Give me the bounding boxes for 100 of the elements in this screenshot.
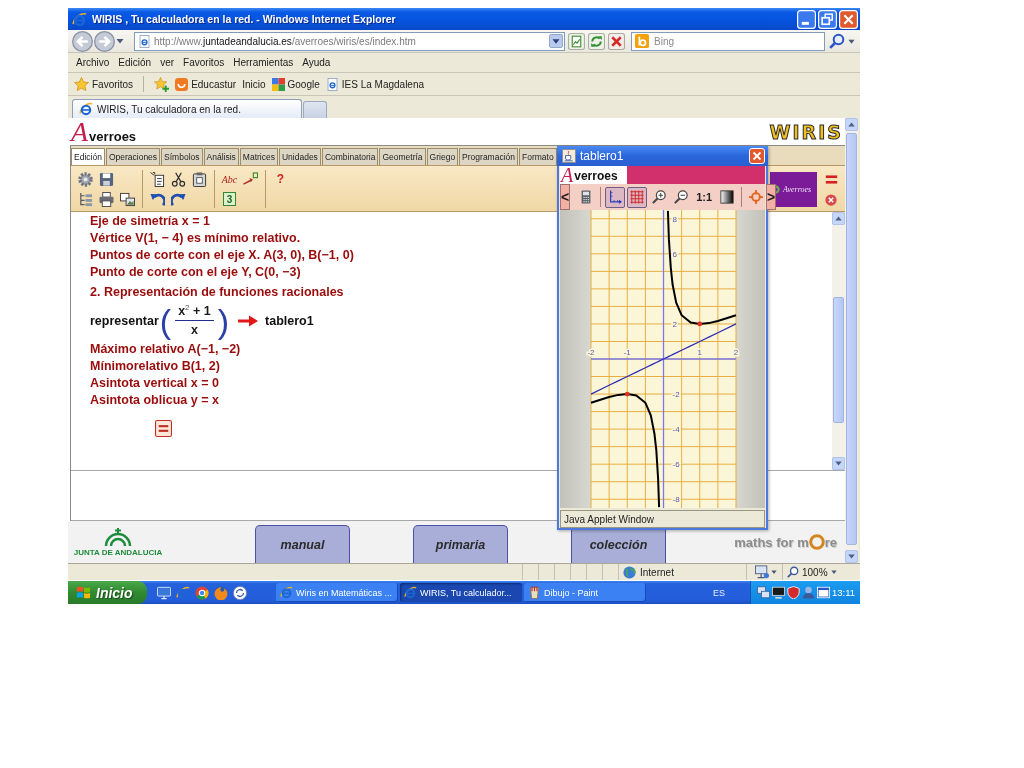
undo-icon[interactable] [150, 191, 165, 207]
start-button[interactable]: Inicio [68, 581, 147, 604]
averroes-logo: Averroes [71, 119, 137, 144]
grid-button[interactable] [627, 186, 648, 208]
search-field[interactable]: Bing [631, 31, 825, 51]
swirl-globe-icon[interactable] [214, 585, 228, 600]
number-button[interactable]: 3 [223, 192, 236, 206]
bookmark-link[interactable]: IES La Magdalena [325, 77, 425, 91]
zoom-icon [787, 566, 799, 578]
save-icon[interactable] [99, 171, 114, 187]
bookmark-link[interactable]: Google [271, 77, 320, 91]
equals-button[interactable] [155, 420, 172, 437]
menu-item[interactable]: Favoritos [183, 57, 225, 68]
axis-label: -6 [672, 460, 680, 470]
logo-text: maths for m [734, 534, 809, 550]
browser-tab[interactable]: WIRIS, Tu calculadora en la red. [72, 99, 302, 118]
sync-icon[interactable] [233, 585, 247, 600]
gradient-icon [720, 190, 735, 204]
gear-icon[interactable] [78, 171, 93, 187]
compatibility-icon[interactable] [568, 32, 585, 50]
print-icon[interactable] [99, 191, 114, 207]
scrollbar[interactable] [845, 118, 858, 563]
tab[interactable]: Formato [519, 148, 557, 165]
nav-tab[interactable]: manual [255, 525, 350, 563]
clipboard-icon[interactable] [192, 171, 207, 187]
nav-tab[interactable]: primaria [413, 525, 508, 563]
bookmark-link[interactable]: Inicio [242, 78, 266, 90]
redo-icon[interactable] [171, 191, 186, 207]
scroll-up-icon[interactable] [845, 118, 858, 131]
window-icon[interactable] [817, 586, 830, 599]
axis-label: 1 [697, 348, 702, 357]
search-icon[interactable] [829, 33, 845, 49]
dropdown-icon[interactable] [116, 37, 124, 45]
axis-label: -2 [672, 390, 680, 400]
dropdown-icon[interactable] [771, 569, 777, 575]
tab[interactable]: Griego [426, 148, 459, 165]
bookmark-link[interactable]: Educastur [175, 77, 237, 91]
dropdown-icon[interactable] [848, 37, 855, 45]
language-indicator[interactable]: ES [713, 587, 725, 598]
stop-icon[interactable] [608, 32, 625, 50]
scrollbar[interactable] [832, 212, 845, 470]
computer-icon[interactable] [755, 565, 769, 579]
text-style-button[interactable]: Abc [219, 169, 240, 189]
scrollbar-thumb[interactable] [833, 297, 844, 423]
scrollbar-thumb[interactable] [846, 133, 857, 545]
list-icon[interactable] [78, 191, 93, 207]
tab[interactable]: Operaciones [105, 148, 161, 165]
cut-icon[interactable] [171, 171, 186, 187]
tab[interactable]: Matrices [239, 148, 278, 165]
image-icon[interactable] [120, 191, 135, 207]
scale-button[interactable]: 1:1 [693, 186, 716, 208]
window-title: tablero1 [580, 149, 625, 163]
minimize-icon[interactable] [797, 9, 816, 29]
scroll-up-icon[interactable] [832, 212, 845, 225]
dropdown-icon[interactable] [549, 34, 563, 48]
desktop-icon[interactable] [157, 585, 171, 600]
scroll-down-icon[interactable] [845, 550, 858, 563]
user-icon[interactable] [802, 586, 815, 599]
tab[interactable]: Símbolos [161, 148, 203, 165]
tab[interactable]: Análisis [203, 148, 239, 165]
shield-icon[interactable] [787, 586, 800, 599]
menu-item[interactable]: ver [160, 57, 175, 68]
favorites-button[interactable]: Favoritos [74, 76, 134, 92]
menu-item[interactable]: Archivo [76, 57, 110, 68]
refresh-icon[interactable] [588, 32, 605, 50]
zoom-button[interactable]: 100% [782, 564, 860, 580]
e-logo-icon [72, 11, 87, 27]
superscript-icon[interactable] [243, 171, 258, 187]
previous-button[interactable]: < [560, 184, 571, 210]
parenthesis: ( [159, 302, 172, 340]
close-icon[interactable] [839, 9, 858, 29]
segmented-circle-icon[interactable] [195, 585, 209, 600]
address-field[interactable]: http://www.juntadeandalucia.es/averroes/wiris/es/index.htm [134, 31, 565, 51]
monitor-icon[interactable] [772, 586, 785, 599]
network-icon[interactable] [757, 586, 770, 599]
equals-icon[interactable] [824, 173, 838, 186]
tab[interactable]: Edición [71, 148, 105, 165]
back-icon[interactable] [72, 30, 93, 52]
close-icon[interactable] [825, 194, 837, 206]
tab[interactable]: Geometría [379, 148, 426, 165]
forward-icon[interactable] [94, 30, 115, 52]
close-icon[interactable] [749, 148, 765, 164]
paste-icon[interactable] [150, 171, 165, 187]
add-favorite-icon[interactable] [154, 76, 170, 92]
tab[interactable]: Programación [459, 148, 519, 165]
menu-item[interactable]: Ayuda [302, 57, 331, 68]
help-button[interactable]: ? [270, 169, 291, 189]
axes-button[interactable] [605, 186, 626, 208]
taskbar-button[interactable]: Dibujo - Paint [524, 583, 646, 602]
tab[interactable]: Combinatoria [321, 148, 379, 165]
next-button[interactable]: > [766, 184, 777, 210]
scroll-down-icon[interactable] [832, 457, 845, 470]
taskbar-button[interactable]: WIRIS, Tu calculador... [400, 583, 522, 602]
globe-icon [623, 565, 636, 579]
e-logo-icon[interactable] [176, 585, 190, 600]
menu-item[interactable]: Edición [118, 57, 152, 68]
restore-icon[interactable] [818, 9, 837, 29]
taskbar-button[interactable]: Wiris en Matemáticas ... [276, 583, 398, 602]
menu-item[interactable]: Herramientas [233, 57, 294, 68]
tab[interactable]: Unidades [278, 148, 321, 165]
